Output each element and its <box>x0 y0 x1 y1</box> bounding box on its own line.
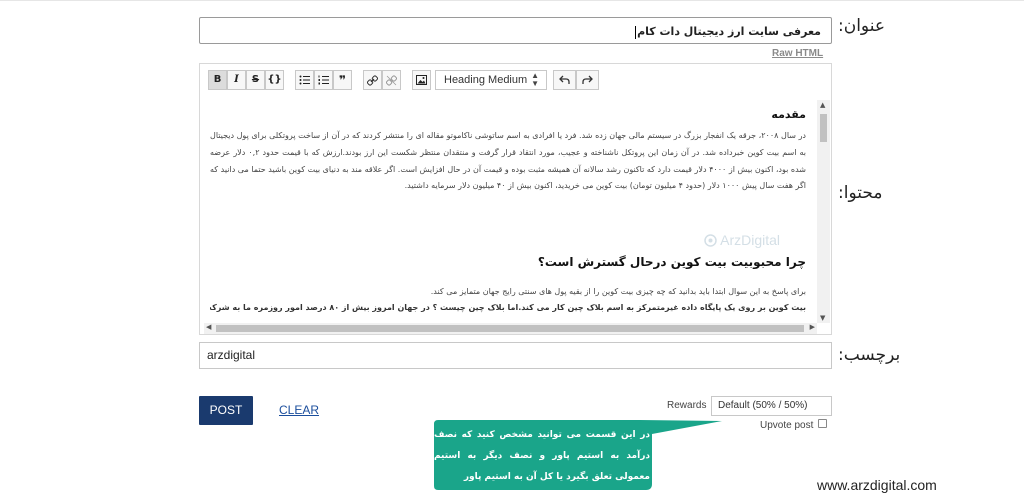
image-icon <box>416 75 427 85</box>
scroll-right-icon[interactable]: ▶ <box>810 323 815 331</box>
scrollbar-thumb[interactable] <box>820 114 827 142</box>
content-paragraph: بیت کوین بر روی یک پایگاه داده غیرمتمرکز… <box>210 303 806 312</box>
undo-button[interactable] <box>553 70 576 90</box>
upvote-label: Upvote post <box>760 420 814 431</box>
scrollbar-thumb[interactable] <box>216 325 804 332</box>
image-button[interactable] <box>412 70 431 90</box>
strikethrough-icon: S <box>251 74 260 85</box>
tags-label: برچسب: <box>838 345 901 365</box>
heading-select[interactable]: Heading Medium ▲ ▼ <box>435 70 547 90</box>
title-input-value: معرفی سایت ارز دیجیتال دات کام <box>637 25 821 38</box>
rewards-label: Rewards <box>667 400 707 411</box>
redo-icon <box>582 75 593 84</box>
raw-html-link[interactable]: Raw HTML <box>772 48 823 59</box>
post-button[interactable]: POST <box>199 396 253 425</box>
bullet-list-icon <box>299 75 310 85</box>
callout-text: در این قسمت می توانید مشخص کنید که نصف د… <box>434 430 650 482</box>
code-icon: {} <box>267 74 282 85</box>
horizontal-scrollbar[interactable]: ◀ ▶ <box>204 323 817 334</box>
watermark-text: ArzDigital <box>720 232 781 248</box>
italic-button[interactable]: I <box>227 70 246 90</box>
italic-icon: I <box>234 74 239 85</box>
rewards-select[interactable]: Default (50% / 50%) <box>711 396 832 416</box>
redo-button[interactable] <box>576 70 599 90</box>
footer-url: www.arzdigital.com <box>817 477 937 493</box>
heading-select-value: Heading Medium <box>444 74 528 86</box>
bold-icon: B <box>213 74 222 85</box>
tags-input[interactable]: arzdigital <box>199 342 832 369</box>
upvote-checkbox[interactable] <box>818 419 827 428</box>
bullet-list-button[interactable] <box>295 70 314 90</box>
bold-button[interactable]: B <box>208 70 227 90</box>
link-icon <box>367 75 378 86</box>
code-button[interactable]: {} <box>265 70 284 90</box>
select-arrows-icon: ▲ ▼ <box>531 71 539 88</box>
content-paragraph: برای پاسخ به این سوال ابتدا باید بدانید … <box>430 287 806 296</box>
quote-icon: ❞ <box>338 73 347 87</box>
quote-button[interactable]: ❞ <box>333 70 352 90</box>
scroll-up-icon[interactable]: ▲ <box>820 101 825 109</box>
arzdigital-watermark: ArzDigital <box>704 232 780 248</box>
title-input[interactable]: معرفی سایت ارز دیجیتال دات کام <box>199 17 832 44</box>
undo-icon <box>559 75 570 84</box>
strikethrough-button[interactable]: S <box>246 70 265 90</box>
scroll-down-icon[interactable]: ▼ <box>820 314 825 322</box>
tags-input-value: arzdigital <box>207 348 256 362</box>
vertical-scrollbar[interactable]: ▲ ▼ <box>817 100 830 323</box>
content-editor[interactable]: B I S {} ❞ Heading Medium ▲ ▼ مقدمه در س… <box>199 63 832 335</box>
title-label: عنوان: <box>838 16 885 36</box>
arzdigital-logo-icon <box>704 234 717 247</box>
text-caret <box>635 25 637 39</box>
content-paragraph: در سال ۲۰۰۸، جرقه یک انفجار بزرگ در سیست… <box>210 131 807 191</box>
clear-link[interactable]: CLEAR <box>279 403 319 417</box>
unlink-button[interactable] <box>382 70 401 90</box>
editor-content[interactable]: مقدمه در سال ۲۰۰۸، جرقه یک انفجار بزرگ د… <box>204 100 816 323</box>
rewards-selected-value: Default (50% / 50%) <box>718 400 808 411</box>
content-heading-why: چرا محبوبیت بیت کوین درحال گسترش است؟ <box>537 255 806 269</box>
numbered-list-button[interactable] <box>314 70 333 90</box>
unlink-icon <box>386 75 397 86</box>
content-label: محتوا: <box>838 183 883 203</box>
link-button[interactable] <box>363 70 382 90</box>
top-divider <box>0 0 1024 1</box>
numbered-list-icon <box>318 75 329 85</box>
content-heading-intro: مقدمه <box>771 108 806 121</box>
scroll-left-icon[interactable]: ◀ <box>206 323 211 331</box>
